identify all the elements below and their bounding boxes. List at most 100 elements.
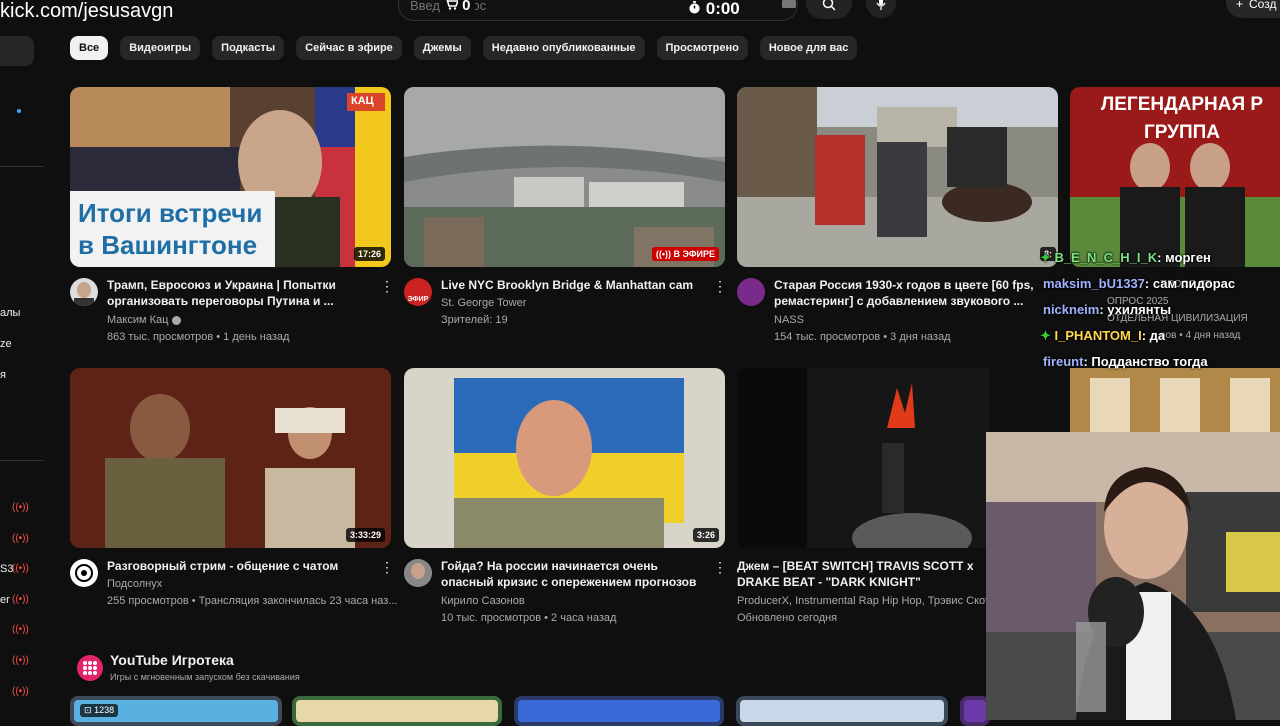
video-thumbnail[interactable]: 3:26 (404, 368, 725, 548)
video-thumbnail[interactable]: Итоги встречи в Вашингтоне КАЦ 17:26 (70, 87, 391, 267)
sidebar-item-label[interactable]: алы (0, 307, 20, 319)
chip-recently-uploaded[interactable]: Недавно опубликованные (482, 36, 645, 60)
chip-new-for-you[interactable]: Новое для вас (759, 36, 858, 60)
overlay-count: 0 (462, 0, 471, 14)
video-thumbnail[interactable]: ЛЕГЕНДАРНАЯ Р ГРУППА (1070, 87, 1280, 267)
verified-icon (171, 315, 181, 325)
avatar[interactable]: ЭФИР (404, 278, 432, 306)
keyboard-icon[interactable] (782, 0, 796, 8)
chat-username: maksim_bU1337 (1043, 276, 1145, 291)
live-broadcast-icon: ((•)) (655, 249, 674, 259)
game-player-count-value: 1238 (94, 705, 115, 715)
live-broadcast-icon: ((•)) (12, 686, 29, 697)
video-title[interactable]: Гойда? На россии начинается очень опасны… (441, 558, 703, 590)
live-broadcast-icon: ((•)) (12, 502, 29, 513)
game-card[interactable] (292, 696, 502, 726)
chat-badge-icon: ✦ (1040, 250, 1051, 265)
chip-all[interactable]: Все (70, 36, 109, 60)
video-meta: 255 просмотров • Трансляция закончилась … (107, 595, 398, 607)
search-button[interactable] (806, 0, 852, 19)
game-card[interactable] (736, 696, 948, 726)
avatar[interactable] (404, 559, 432, 587)
live-broadcast-icon: ((•)) (12, 655, 29, 666)
channel-name[interactable]: Максим Кац (107, 312, 181, 328)
section-title: YouTube Игротека (110, 652, 234, 668)
stream-url-overlay: kick.com/jesusavgn (0, 0, 174, 22)
chip-video-games[interactable]: Видеоигры (120, 36, 201, 60)
video-thumbnail[interactable]: 8: (737, 87, 1058, 267)
chip-watched[interactable]: Просмотрено (656, 36, 748, 60)
chat-message: fireunt: Подданство тогда (1043, 354, 1208, 369)
sidebar-item-label[interactable]: ze (0, 338, 12, 350)
video-title[interactable]: Трамп, Евросоюз и Украина | Попытки орга… (107, 277, 369, 309)
avatar[interactable] (70, 278, 98, 306)
chat-text: : Подданство тогда (1083, 354, 1208, 369)
more-options-icon[interactable]: ⋮ (713, 278, 727, 295)
voice-search-button[interactable] (866, 0, 896, 18)
video-title[interactable]: Разговорный стрим - общение с чатом (107, 558, 369, 574)
live-broadcast-icon: ((•)) (12, 624, 29, 635)
video-meta: Обновлено сегодня (737, 612, 838, 624)
thumbnail-caption: Итоги встречи в Вашингтоне (78, 198, 263, 260)
chat-username: I_PHANTOM_I (1054, 328, 1142, 343)
chat-username: B_E_N_C_H_I_K (1054, 250, 1158, 265)
chip-podcasts[interactable]: Подкасты (212, 36, 285, 60)
sidebar-item-home[interactable] (0, 36, 34, 66)
more-options-icon[interactable]: ⋮ (713, 559, 727, 576)
chat-text: : ухилянты (1099, 302, 1172, 317)
cart-icon (444, 0, 462, 14)
create-button[interactable]: + Созд (1226, 0, 1280, 18)
chat-text: : морген (1157, 250, 1211, 265)
chip-live-now[interactable]: Сейчас в эфире (296, 36, 402, 60)
thumbnail-caption: ЛЕГЕНДАРНАЯ Р ГРУППА (1100, 94, 1264, 143)
filter-chip-bar: Все Видеоигры Подкасты Сейчас в эфире Дж… (70, 36, 858, 60)
create-label: Созд (1249, 0, 1277, 11)
video-thumbnail[interactable] (1070, 368, 1280, 432)
subscriptions-indicator-dot (17, 109, 21, 113)
video-duration: 17:26 (353, 247, 385, 261)
channel-badge: КАЦ (351, 95, 374, 107)
sidebar-item-label[interactable]: я (0, 369, 6, 381)
avatar-label: ЭФИР (407, 296, 429, 303)
video-title[interactable]: Live NYC Brooklyn Bridge & Manhattan cam (441, 277, 703, 293)
video-title[interactable]: Старая Россия 1930-х годов в цвете [60 f… (774, 277, 1036, 309)
sidebar-item-label[interactable]: er (0, 594, 10, 606)
game-card[interactable] (514, 696, 724, 726)
live-badge: ((•)) В ЭФИРЕ (651, 247, 719, 261)
video-meta: 863 тыс. просмотров • 1 день назад (107, 331, 290, 343)
channel-name[interactable]: Подсолнух (107, 576, 162, 592)
channel-name-text: Максим Кац (107, 314, 169, 326)
chat-message: ✦ B_E_N_C_H_I_K: морген (1040, 250, 1211, 266)
overlay-timer: 0:00 (688, 0, 740, 19)
video-thumbnail[interactable] (737, 368, 989, 548)
video-meta: ров • 4 дня назад (1160, 330, 1241, 341)
section-subtitle: Игры с мгновенным запуском без скачивани… (110, 672, 300, 682)
channel-name[interactable]: NASS (774, 312, 804, 328)
channel-name[interactable]: St. George Tower (441, 295, 526, 311)
webcam-overlay (986, 432, 1280, 720)
chat-username: nickneim (1043, 302, 1100, 317)
overlay-counter: 0 (440, 0, 475, 14)
sidebar-divider (0, 460, 44, 461)
video-title[interactable]: Джем – [BEAT SWITCH] TRAVIS SCOTT x DRAK… (737, 558, 987, 590)
video-thumbnail[interactable]: 3:33:29 (70, 368, 391, 548)
youtube-playables-icon (77, 655, 103, 681)
channel-name[interactable]: Кирило Сазонов (441, 593, 525, 609)
more-options-icon[interactable]: ⋮ (380, 559, 394, 576)
more-options-icon[interactable]: ⋮ (380, 278, 394, 295)
plus-icon: + (1236, 0, 1244, 11)
chat-message: maksim_bU1337: сам пидорас (1043, 276, 1235, 291)
chip-jams[interactable]: Джемы (413, 36, 471, 60)
chat-text: : сам пидорас (1144, 276, 1236, 291)
avatar[interactable] (70, 559, 98, 587)
live-broadcast-icon: ((•)) (12, 533, 29, 544)
game-player-count: ⊡ 1238 (80, 704, 119, 717)
video-thumbnail[interactable]: ⊘ ((•)) В ЭФИРЕ (404, 87, 725, 267)
stopwatch-icon (688, 0, 706, 18)
game-card[interactable]: ⊡ 1238 (70, 696, 282, 726)
avatar[interactable] (737, 278, 765, 306)
player-icon: ⊡ (84, 705, 92, 715)
video-duration: 3:33:29 (345, 528, 385, 542)
channel-name[interactable]: ProducerX, Instrumental Rap Hip Hop, Трэ… (737, 593, 987, 609)
live-broadcast-icon: ((•)) (12, 563, 29, 574)
